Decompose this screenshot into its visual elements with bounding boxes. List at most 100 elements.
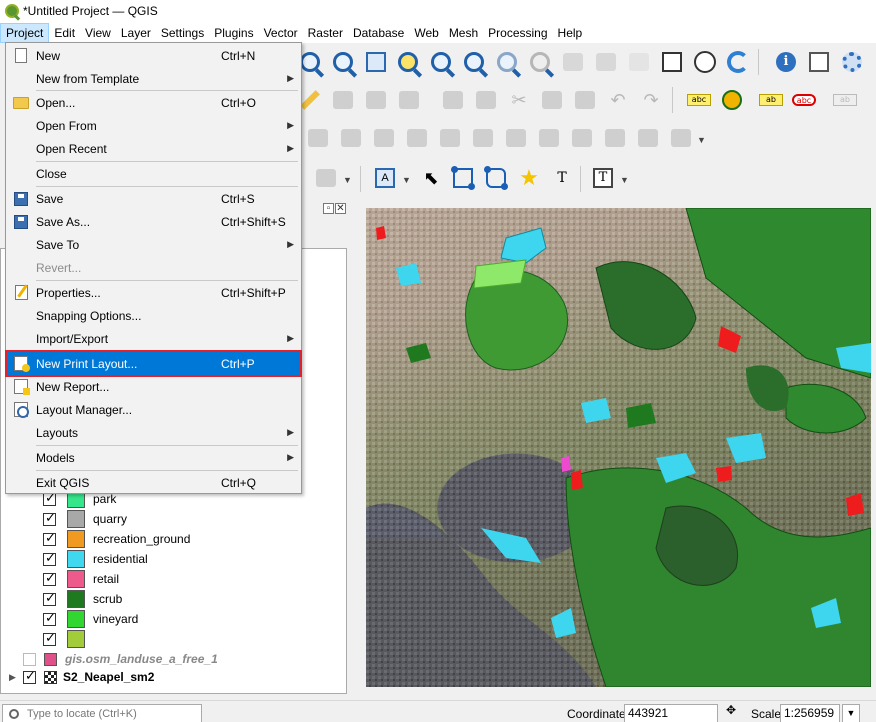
legend-item-checkbox[interactable] — [43, 631, 56, 646]
add-polygon-icon[interactable] — [313, 165, 339, 191]
menu-item-save-as[interactable]: Save As... Ctrl+Shift+S — [7, 210, 300, 233]
vertex-tool-icon[interactable] — [396, 87, 422, 113]
legend-item-checkbox[interactable] — [43, 591, 56, 606]
delete-ring-icon[interactable] — [503, 125, 529, 151]
zoom-last-icon[interactable] — [494, 49, 520, 75]
menu-item-revert[interactable]: Revert... — [7, 256, 300, 279]
legend-item-checkbox[interactable] — [43, 511, 56, 526]
scale-field[interactable]: 1:256959 — [780, 704, 840, 722]
add-marker-icon[interactable]: ★ — [516, 165, 542, 191]
move-feature-icon[interactable] — [305, 125, 331, 151]
map-canvas[interactable] — [366, 208, 871, 687]
menu-item-save-to[interactable]: Save To ▶ — [7, 233, 300, 256]
copy-features-icon[interactable] — [539, 87, 565, 113]
text-point-icon[interactable]: T — [549, 165, 575, 191]
scale-dropdown-chevron-down-icon[interactable]: ▼ — [842, 704, 860, 722]
clock-icon[interactable] — [692, 49, 718, 75]
menu-vector[interactable]: Vector — [259, 23, 303, 43]
menu-layer[interactable]: Layer — [116, 23, 156, 43]
zoom-to-layer-icon[interactable] — [428, 49, 454, 75]
layer-visibility-checkbox[interactable] — [23, 669, 36, 684]
zoom-next-icon[interactable] — [527, 49, 553, 75]
refresh-icon[interactable] — [725, 49, 751, 75]
toggle-extents-icon[interactable]: ✥ — [722, 700, 740, 720]
menu-item-open-recent[interactable]: Open Recent ▶ — [7, 137, 300, 160]
reshape-icon[interactable] — [569, 125, 595, 151]
menu-processing[interactable]: Processing — [483, 23, 552, 43]
menu-raster[interactable]: Raster — [303, 23, 348, 43]
menu-help[interactable]: Help — [553, 23, 588, 43]
label-toolbar-icon[interactable]: abc — [686, 87, 712, 113]
delete-part-icon[interactable] — [536, 125, 562, 151]
menu-item-exit[interactable]: Exit QGIS Ctrl+Q — [7, 471, 300, 494]
legend-item[interactable]: scrub — [43, 589, 122, 609]
label-highlight-icon[interactable]: ab — [758, 87, 784, 113]
split-features-icon[interactable] — [635, 125, 661, 151]
legend-item[interactable]: retail — [43, 569, 119, 589]
menu-item-snapping-options[interactable]: Snapping Options... — [7, 304, 300, 327]
delete-selected-icon[interactable] — [473, 87, 499, 113]
menu-item-save[interactable]: Save Ctrl+S — [7, 187, 300, 210]
layer-row[interactable]: gis.osm_landuse_a_free_1 — [9, 649, 218, 669]
rotate-feature-icon[interactable] — [338, 125, 364, 151]
menu-mesh[interactable]: Mesh — [444, 23, 483, 43]
legend-item-checkbox[interactable] — [43, 491, 56, 506]
menu-item-import-export[interactable]: Import/Export ▶ — [7, 327, 300, 350]
temporal-controller-icon[interactable] — [659, 49, 685, 75]
close-panel-icon[interactable]: ✕ — [335, 203, 346, 214]
offset-curve-icon[interactable] — [602, 125, 628, 151]
add-feature-icon[interactable] — [363, 87, 389, 113]
menu-item-layout-manager[interactable]: Layout Manager... — [7, 398, 300, 421]
legend-item-checkbox[interactable] — [43, 571, 56, 586]
menu-item-new-print-layout[interactable]: New Print Layout... Ctrl+P — [5, 350, 302, 377]
chevron-down-icon[interactable]: ▼ — [343, 175, 352, 185]
paste-features-icon[interactable] — [572, 87, 598, 113]
legend-item[interactable]: quarry — [43, 509, 127, 529]
simplify-feature-icon[interactable] — [371, 125, 397, 151]
legend-item-checkbox[interactable] — [43, 611, 56, 626]
legend-item[interactable]: recreation_ground — [43, 529, 190, 549]
menu-item-open[interactable]: Open... Ctrl+O — [7, 91, 300, 114]
show-bookmarks-icon[interactable] — [593, 49, 619, 75]
add-node-icon[interactable] — [450, 165, 476, 191]
menu-item-new[interactable]: New Ctrl+N — [7, 44, 300, 67]
add-part-icon[interactable] — [437, 125, 463, 151]
chevron-down-icon[interactable]: ▼ — [402, 175, 411, 185]
legend-item-checkbox[interactable] — [43, 551, 56, 566]
curve-node-icon[interactable] — [483, 165, 509, 191]
menu-item-open-from[interactable]: Open From ▶ — [7, 114, 300, 137]
menu-item-new-from-template[interactable]: New from Template ▶ — [7, 67, 300, 90]
menu-item-close[interactable]: Close — [7, 162, 300, 185]
layer-row[interactable]: ▶ S2_Neapel_sm2 — [9, 667, 154, 687]
map-tips-icon[interactable] — [626, 49, 652, 75]
menu-item-layouts[interactable]: Layouts ▶ — [7, 421, 300, 444]
layer-visibility-checkbox[interactable] — [23, 652, 36, 666]
chevron-down-icon[interactable]: ▼ — [620, 175, 629, 185]
menu-plugins[interactable]: Plugins — [209, 23, 258, 43]
float-panel-icon[interactable]: ▫ — [323, 203, 334, 214]
menu-edit[interactable]: Edit — [49, 23, 80, 43]
menu-web[interactable]: Web — [409, 23, 443, 43]
menu-database[interactable]: Database — [348, 23, 409, 43]
select-annotation-icon[interactable]: ⬉ — [418, 165, 444, 191]
label-move-icon[interactable]: ab — [832, 87, 858, 113]
redo-icon[interactable]: ↷ — [638, 87, 664, 113]
menu-item-properties[interactable]: Properties... Ctrl+Shift+P — [7, 281, 300, 304]
menu-item-new-report[interactable]: New Report... — [7, 375, 300, 398]
label-pin-icon[interactable] — [719, 87, 745, 113]
fill-ring-icon[interactable] — [470, 125, 496, 151]
add-ring-icon[interactable] — [404, 125, 430, 151]
legend-item[interactable]: residential — [43, 549, 148, 569]
menu-project[interactable]: Project — [0, 22, 50, 43]
legend-item-checkbox[interactable] — [43, 531, 56, 546]
save-edits-icon[interactable] — [330, 87, 356, 113]
legend-item[interactable]: vineyard — [43, 609, 138, 629]
legend-item[interactable] — [43, 629, 93, 649]
expand-arrow-icon[interactable]: ▶ — [9, 672, 23, 683]
coordinate-field[interactable]: 443921 4510061 — [624, 704, 718, 722]
zoom-to-selection-icon[interactable] — [395, 49, 421, 75]
menu-view[interactable]: View — [80, 23, 116, 43]
settings-gear-icon[interactable] — [839, 49, 865, 75]
new-bookmark-icon[interactable] — [560, 49, 586, 75]
undo-icon[interactable]: ↶ — [605, 87, 631, 113]
